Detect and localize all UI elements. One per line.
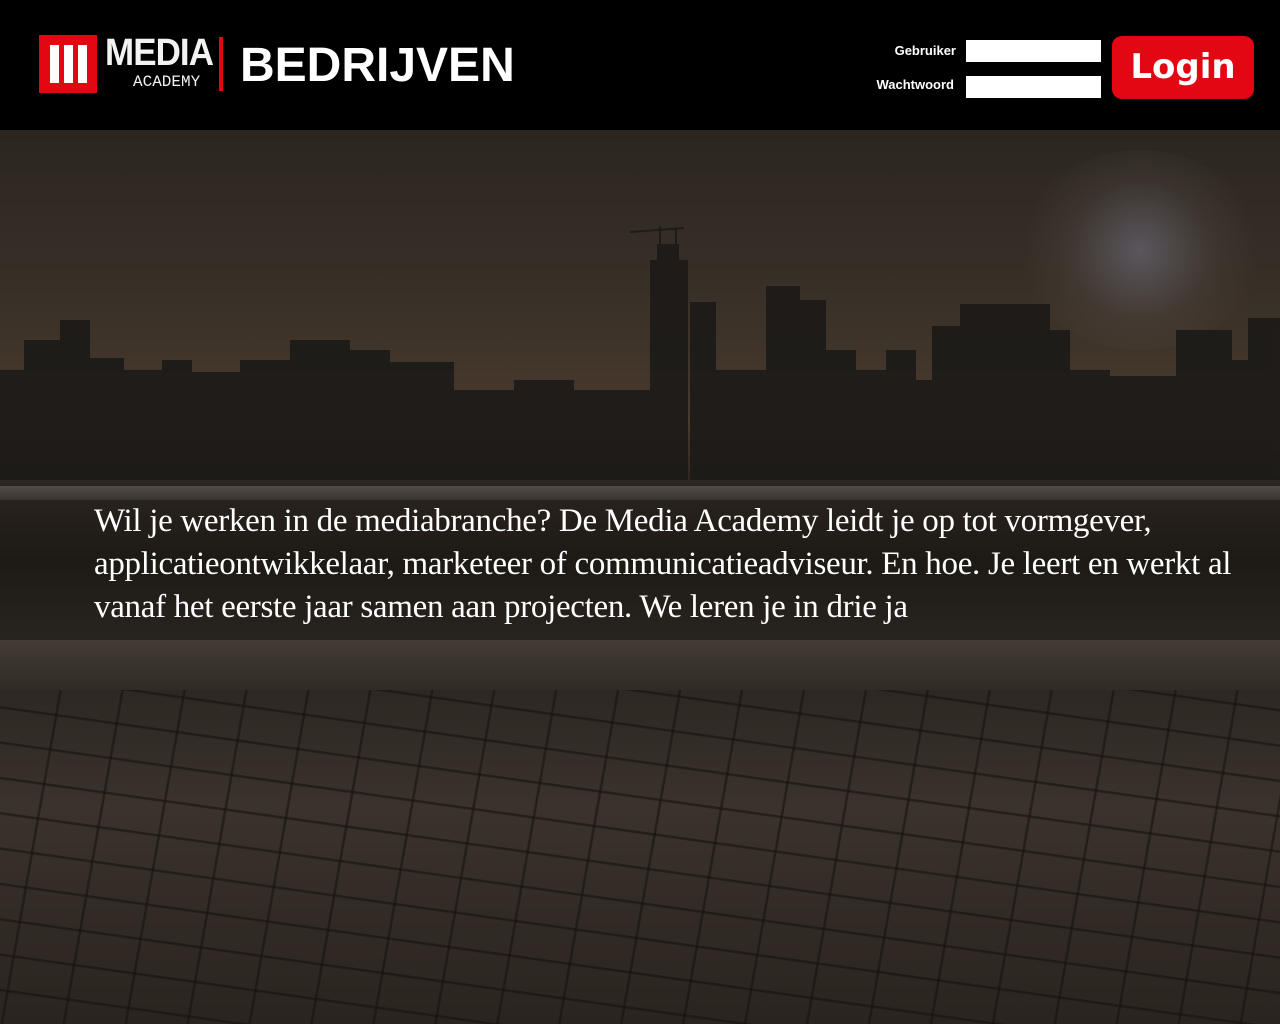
username-label: Gebruiker (894, 43, 956, 58)
page-title: BEDRIJVEN (240, 39, 515, 92)
site-header: MEDIA ACADEMY BEDRIJVEN Gebruiker Wachtw… (0, 0, 1280, 130)
logo-mark-icon (39, 35, 97, 93)
password-field[interactable] (966, 76, 1101, 98)
logo-bar (78, 45, 87, 83)
logo-bar (50, 45, 59, 83)
hero-background-image: Wil je werken in de mediabranche? De Med… (0, 130, 1280, 1024)
password-label: Wachtwoord (876, 77, 954, 92)
logo-subtext: ACADEMY (133, 73, 201, 91)
logo-divider (219, 37, 223, 91)
login-button[interactable]: Login (1112, 36, 1254, 99)
login-form: Gebruiker Wachtwoord Login (860, 36, 1260, 100)
railing-rail (0, 486, 1280, 500)
media-academy-logo[interactable]: MEDIA ACADEMY (39, 32, 229, 95)
username-field[interactable] (966, 40, 1101, 62)
terrace-floor (0, 690, 1280, 1024)
city-skyline-image (0, 226, 1280, 480)
intro-paragraph: Wil je werken in de mediabranche? De Med… (94, 503, 1232, 625)
logo-bar (64, 45, 73, 83)
logo-wordmark: MEDIA (105, 32, 214, 74)
